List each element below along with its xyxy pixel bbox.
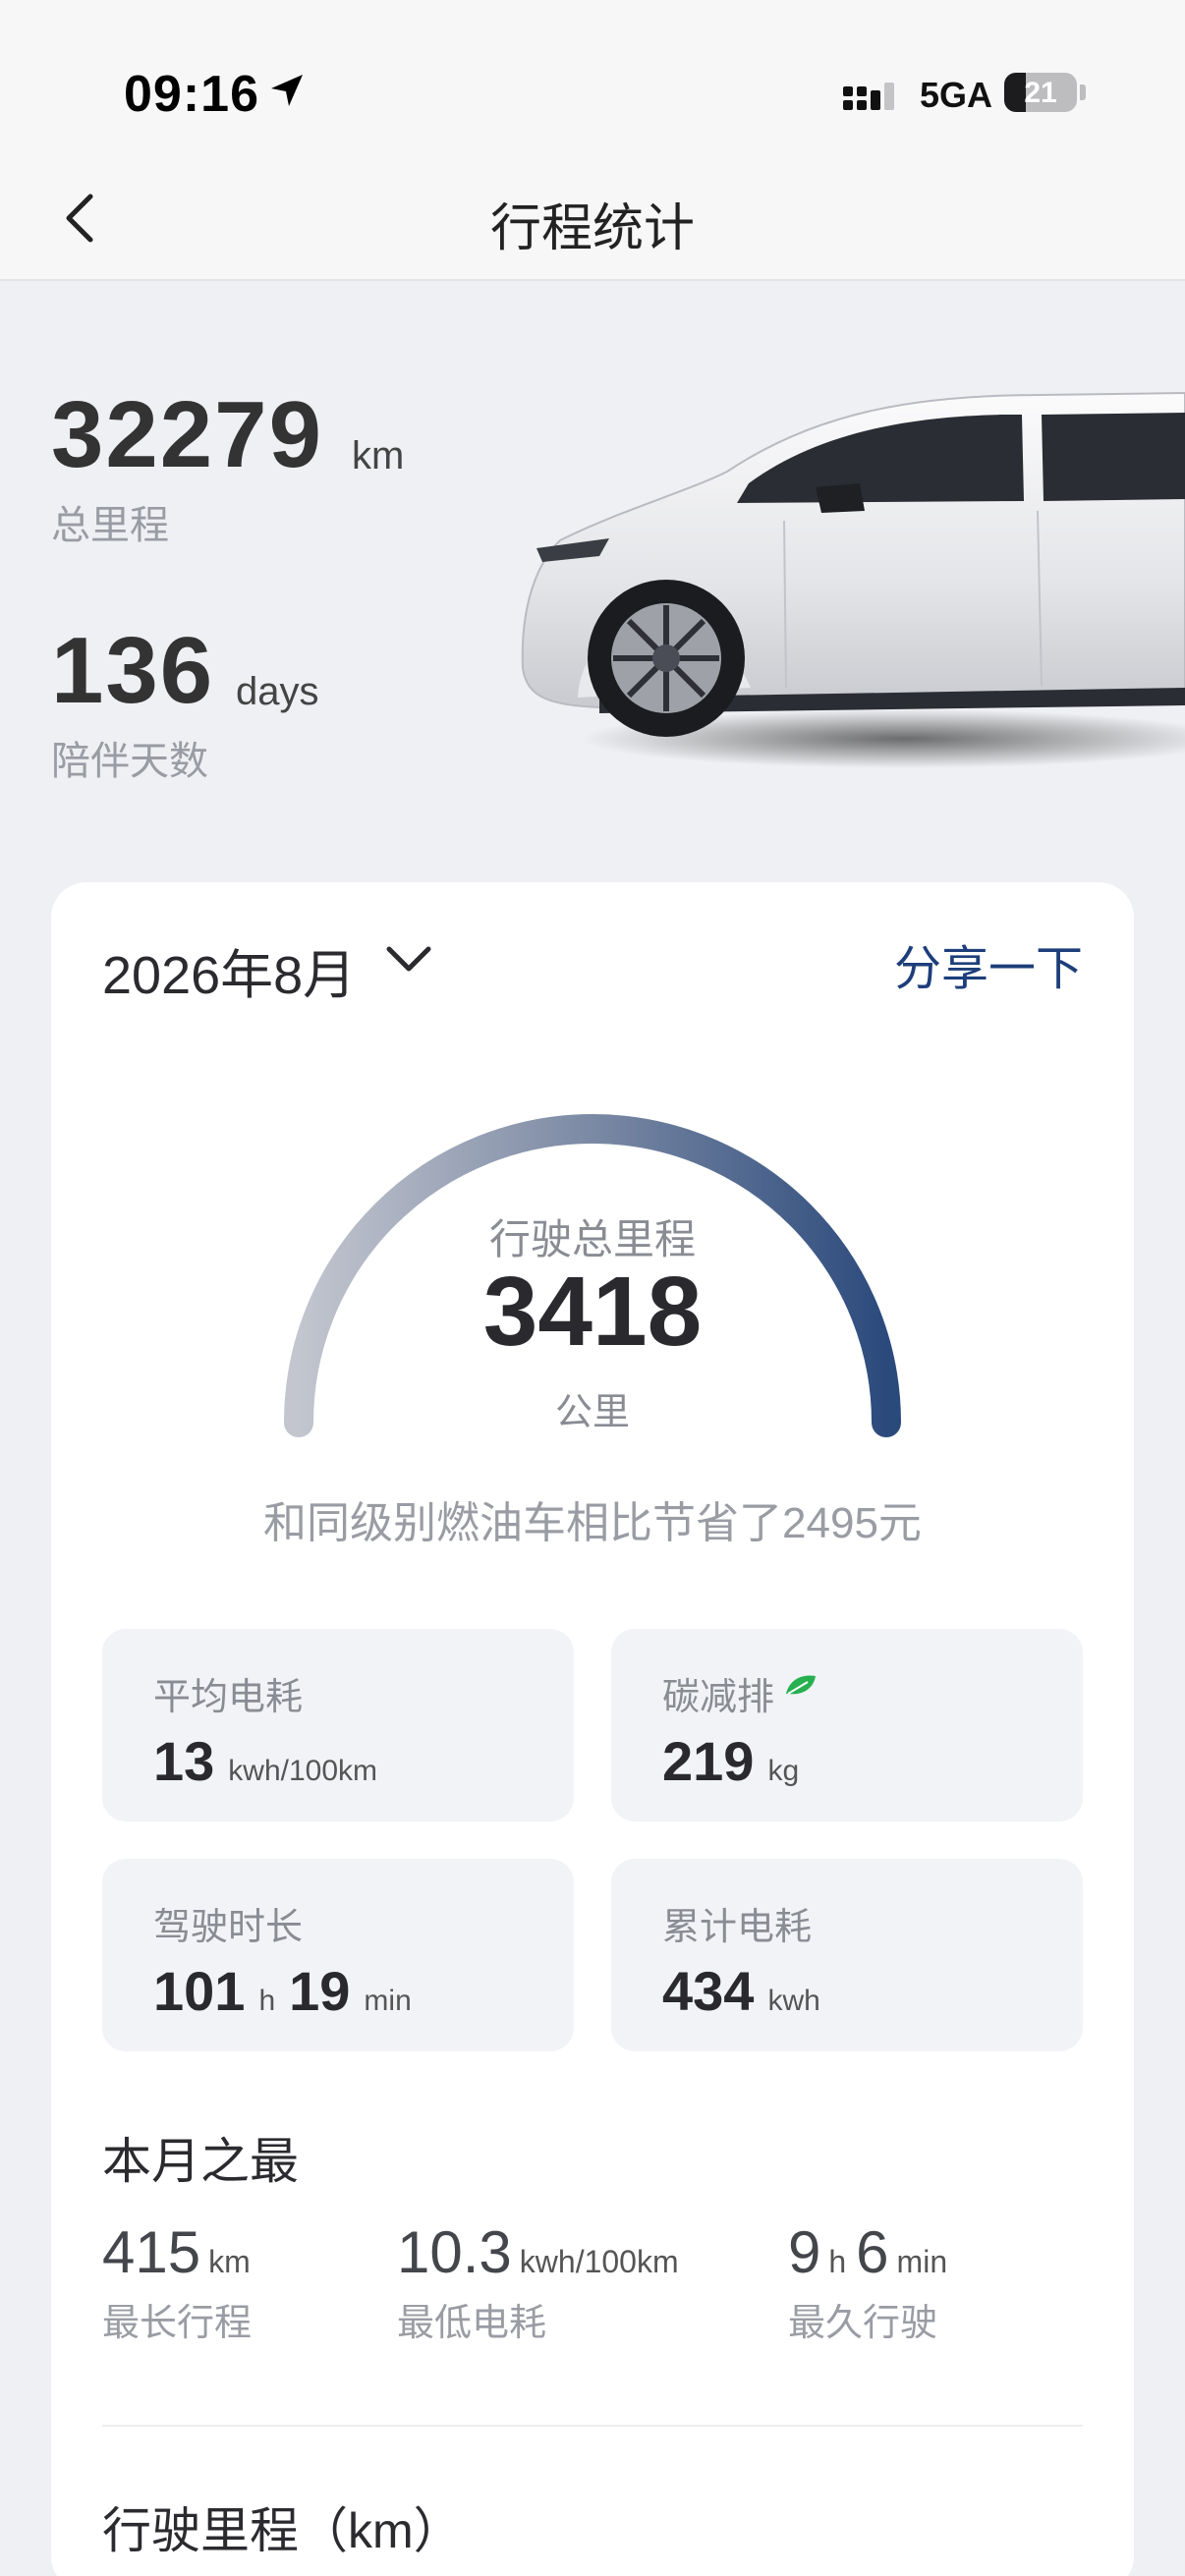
stat-duration: 驾驶时长 101 h 19 min bbox=[102, 1859, 574, 2051]
nav-bar: 行程统计 bbox=[0, 147, 1185, 281]
best-hours: 9 bbox=[788, 2219, 821, 2285]
days-label: 陪伴天数 bbox=[51, 740, 208, 783]
total-mileage-value: 32279 bbox=[51, 382, 323, 487]
best-value: 10.3 bbox=[397, 2219, 512, 2285]
status-bar: 09:16 5GA 21 bbox=[0, 0, 1185, 147]
saving-text: 和同级别燃油车相比节省了2495元 bbox=[263, 1499, 922, 1547]
stat-h-unit: h bbox=[258, 1985, 276, 2017]
days-unit: days bbox=[236, 670, 319, 713]
stat-label: 平均电耗 bbox=[153, 1677, 304, 1718]
days-value: 136 bbox=[51, 618, 215, 723]
share-button[interactable]: 分享一下 bbox=[894, 929, 1083, 998]
stat-min-unit: min bbox=[364, 1985, 412, 2017]
battery-icon: 21 bbox=[1004, 73, 1077, 112]
total-mileage-unit: km bbox=[352, 434, 405, 477]
stat-hours: 101 bbox=[153, 1960, 246, 2022]
car-image bbox=[521, 391, 1185, 768]
total-mileage-label: 总里程 bbox=[51, 504, 169, 547]
best-label: 最长行程 bbox=[102, 2303, 253, 2344]
battery-cap bbox=[1080, 84, 1086, 100]
stat-avg-consumption: 平均电耗 13 kwh/100km bbox=[102, 1629, 574, 1821]
best-value: 415 bbox=[102, 2219, 201, 2285]
stat-label: 碳减排 bbox=[662, 1677, 775, 1718]
stat-unit: kwh bbox=[767, 1985, 820, 2017]
gauge-value: 3418 bbox=[482, 1257, 703, 1367]
leaf-icon bbox=[786, 1675, 816, 1695]
best-label: 最低电耗 bbox=[397, 2303, 547, 2344]
stat-minutes: 19 bbox=[289, 1960, 351, 2022]
monthly-stats-card: 2026年8月 分享一下 行驶总里程 3418 公里 和同级别燃油车相比节省了2… bbox=[51, 882, 1134, 2576]
status-time: 09:16 bbox=[124, 66, 259, 123]
gauge-unit: 公里 bbox=[554, 1392, 630, 1433]
stat-carbon: 碳减排 219 kg bbox=[611, 1629, 1083, 1821]
stat-value: 434 bbox=[662, 1960, 755, 2022]
signal-icon bbox=[843, 83, 894, 110]
chevron-down-icon[interactable] bbox=[385, 943, 432, 975]
best-label: 最久行驶 bbox=[788, 2303, 938, 2344]
network-type: 5GA bbox=[920, 75, 993, 115]
month-selector[interactable]: 2026年8月 bbox=[102, 931, 356, 1009]
best-h-unit: h bbox=[828, 2244, 847, 2279]
stat-unit: kg bbox=[767, 1755, 800, 1787]
best-longest-trip: 415 km 最长行程 bbox=[102, 2218, 260, 2346]
stat-label: 累计电耗 bbox=[662, 1907, 813, 1948]
best-of-month-title: 本月之最 bbox=[102, 2134, 299, 2189]
best-unit: kwh/100km bbox=[519, 2244, 679, 2279]
stat-label: 驾驶时长 bbox=[153, 1907, 304, 1948]
stat-total-energy: 累计电耗 434 kwh bbox=[611, 1859, 1083, 2051]
best-minutes: 6 bbox=[856, 2219, 889, 2285]
stat-value: 219 bbox=[662, 1730, 755, 1792]
best-min-unit: min bbox=[896, 2244, 948, 2279]
location-arrow-icon bbox=[271, 75, 303, 106]
best-longest-time: 9 h 6 min 最久行驶 bbox=[788, 2218, 957, 2346]
best-unit: km bbox=[208, 2244, 251, 2279]
stat-value: 13 bbox=[153, 1730, 215, 1792]
divider bbox=[102, 2425, 1083, 2427]
best-lowest-consumption: 10.3 kwh/100km 最低电耗 bbox=[397, 2218, 689, 2346]
trip-mileage-title: 行驶里程（km） bbox=[102, 2503, 463, 2558]
stat-unit: kwh/100km bbox=[228, 1755, 378, 1787]
page-title: 行程统计 bbox=[489, 200, 695, 257]
battery-level: 21 bbox=[1024, 77, 1057, 109]
